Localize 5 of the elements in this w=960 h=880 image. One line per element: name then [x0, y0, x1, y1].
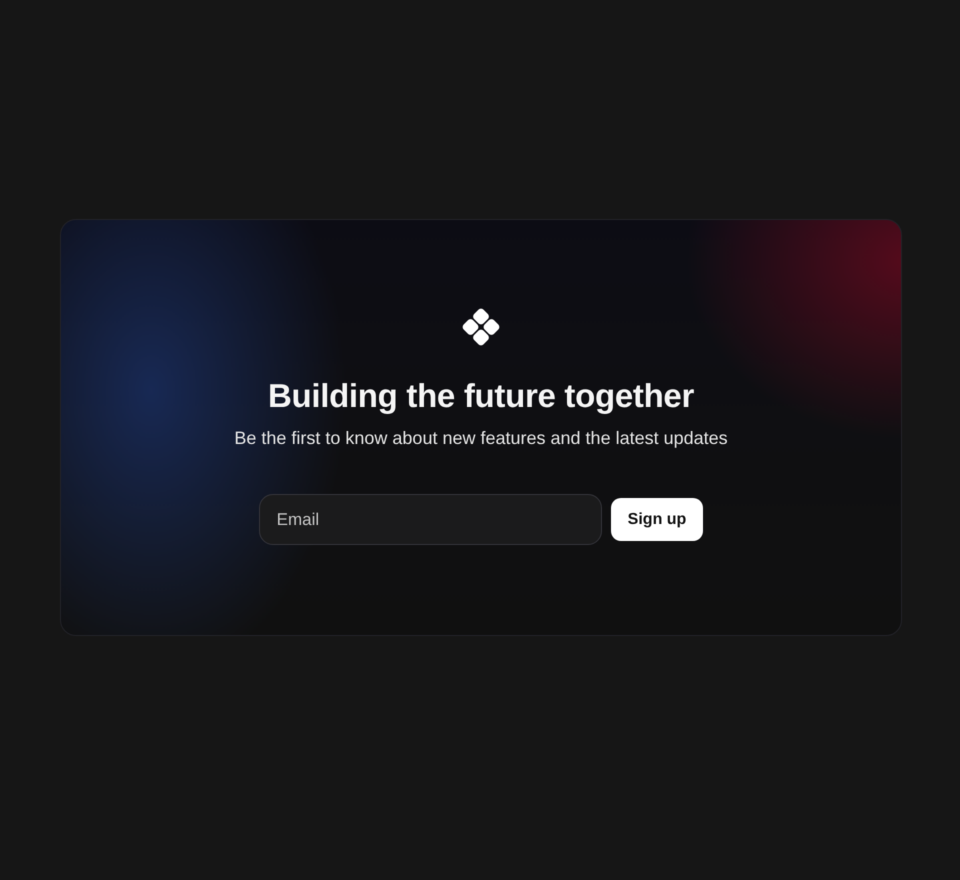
email-field[interactable]: Email: [258, 494, 602, 545]
sign-up-button[interactable]: Sign up: [610, 498, 704, 541]
logo-icon: [462, 308, 500, 346]
hero-title: Building the future together: [268, 376, 694, 416]
hero-subtitle: Be the first to know about new features and the latest updates: [234, 427, 728, 450]
